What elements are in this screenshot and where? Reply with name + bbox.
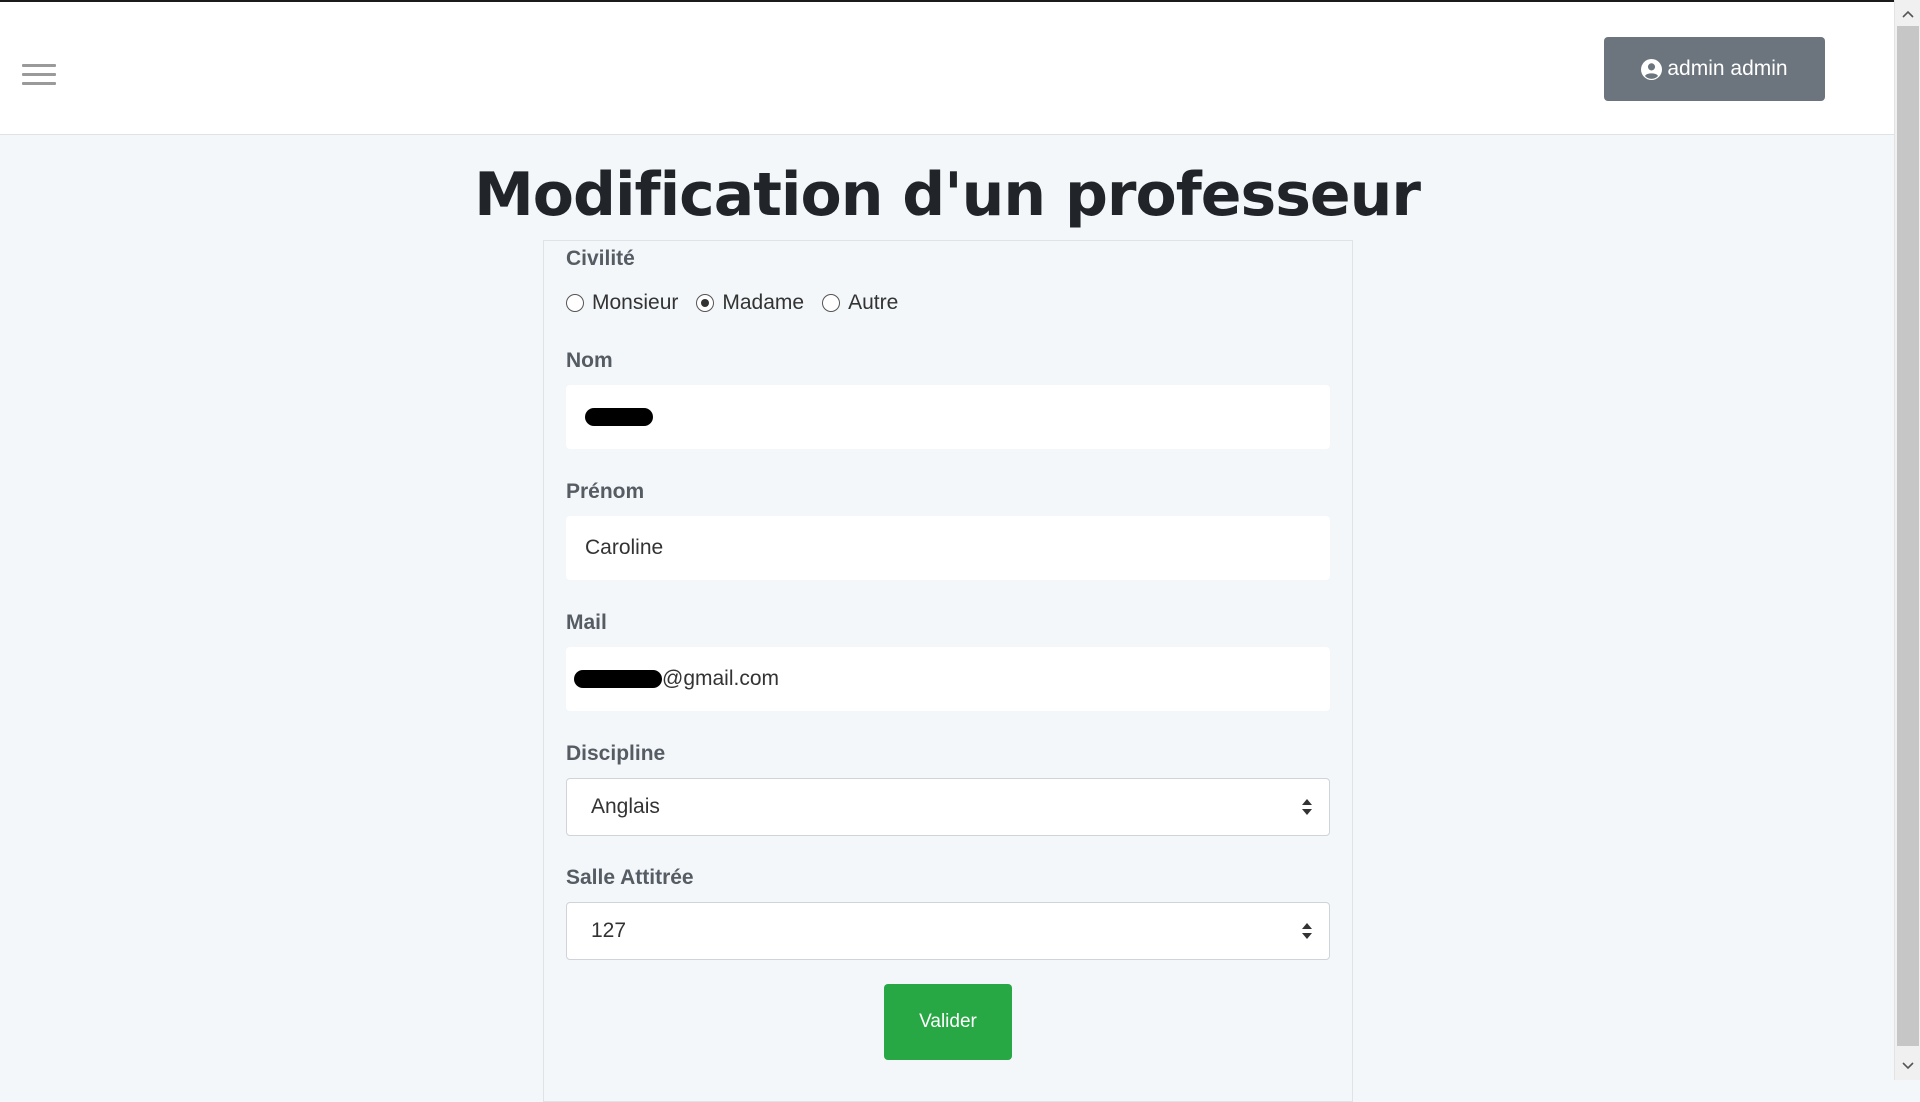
sort-arrows-icon: [1302, 799, 1312, 815]
page-title: Modification d'un professeur: [474, 160, 1421, 230]
redacted-value: [574, 670, 662, 688]
radio-autre-circle[interactable]: [822, 294, 841, 312]
radio-monsieur-label: Monsieur: [592, 291, 679, 314]
radio-madame-circle[interactable]: [696, 294, 715, 312]
validate-button[interactable]: Valider: [884, 984, 1012, 1060]
teacher-edit-form: Civilité Monsieur Madame Autre Nom Préno…: [543, 240, 1353, 1102]
mail-value-domain: @gmail.com: [662, 667, 780, 690]
user-circle-icon: [1641, 58, 1663, 80]
radio-madame-label: Madame: [722, 291, 805, 314]
sort-arrows-icon: [1302, 923, 1312, 939]
redacted-value: [585, 408, 653, 426]
civilite-label: Civilité: [566, 247, 635, 270]
scroll-down-icon[interactable]: [1895, 1056, 1920, 1076]
discipline-select[interactable]: Anglais: [566, 778, 1330, 836]
top-navbar: admin admin: [0, 2, 1894, 135]
salle-select[interactable]: 127: [566, 902, 1330, 960]
salle-label: Salle Attitrée: [566, 866, 694, 889]
nom-label: Nom: [566, 349, 613, 372]
user-menu-button[interactable]: admin admin: [1604, 37, 1825, 101]
radio-autre[interactable]: Autre: [822, 291, 898, 315]
salle-selected: 127: [591, 919, 627, 942]
hamburger-menu-icon[interactable]: [22, 64, 58, 90]
scroll-up-icon[interactable]: [1895, 4, 1920, 24]
radio-monsieur[interactable]: Monsieur: [566, 291, 678, 315]
radio-autre-label: Autre: [848, 291, 899, 314]
vertical-scrollbar[interactable]: [1894, 0, 1920, 1080]
civilite-radio-group: Monsieur Madame Autre: [566, 291, 916, 315]
radio-monsieur-circle[interactable]: [566, 294, 584, 312]
discipline-label: Discipline: [566, 742, 666, 765]
user-menu-label: admin admin: [1667, 57, 1788, 80]
prenom-value: Caroline: [585, 536, 664, 559]
discipline-selected: Anglais: [591, 795, 660, 818]
prenom-label: Prénom: [566, 480, 645, 503]
prenom-input[interactable]: Caroline: [566, 516, 1330, 580]
scrollbar-thumb[interactable]: [1897, 26, 1919, 1046]
mail-input[interactable]: @gmail.com: [566, 647, 1330, 711]
radio-madame[interactable]: Madame: [696, 291, 804, 315]
nom-input[interactable]: [566, 385, 1330, 449]
mail-label: Mail: [566, 611, 607, 634]
